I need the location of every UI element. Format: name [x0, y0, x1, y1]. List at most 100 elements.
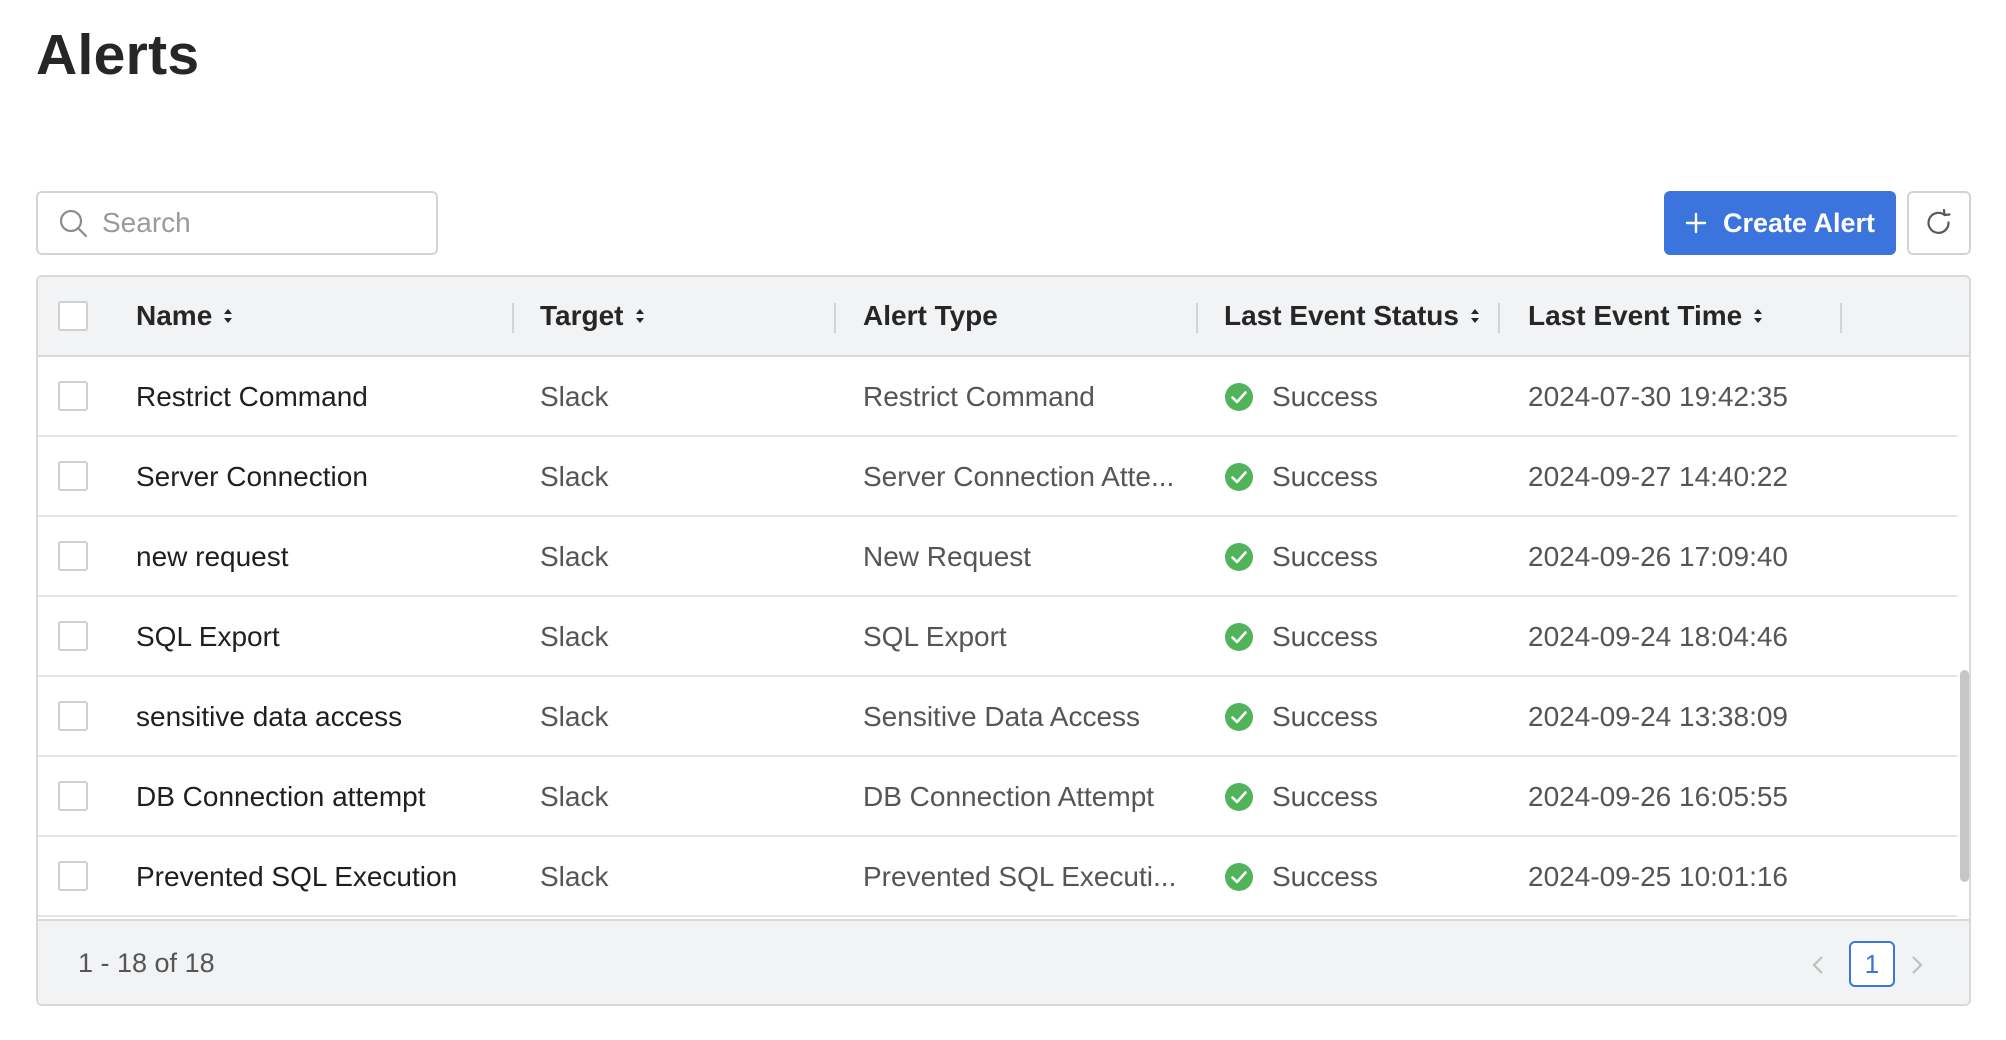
column-header-label: Name — [136, 300, 213, 331]
sort-icon[interactable] — [1752, 307, 1764, 325]
table-row[interactable]: Restrict Command Slack Restrict Command Suc… — [38, 357, 1957, 437]
cell-alert-type: Server Connection Atte... — [863, 461, 1175, 492]
table-row[interactable]: Prevented SQL Execution Slack Prevented SQ… — [38, 837, 1957, 917]
cell-alert-type: New Request — [863, 541, 1032, 572]
cell-name: new request — [136, 541, 289, 572]
cell-time: 2024-09-26 16:05:55 — [1528, 781, 1788, 812]
page-title: Alerts — [36, 23, 200, 87]
cell-name: Prevented SQL Execution — [136, 861, 458, 892]
column-header-alert-type[interactable]: Alert Type — [863, 277, 998, 355]
refresh-button[interactable] — [1907, 191, 1971, 255]
cell-target: Slack — [540, 621, 609, 652]
cell-target: Slack — [540, 541, 609, 572]
cell-name: sensitive data access — [136, 701, 403, 732]
plus-icon — [1685, 212, 1707, 234]
select-all-checkbox[interactable] — [58, 301, 88, 331]
status-text: Success — [1272, 861, 1378, 892]
cell-alert-type: SQL Export — [863, 621, 1007, 652]
success-check-icon — [1224, 782, 1254, 812]
row-checkbox[interactable] — [58, 701, 88, 731]
cell-alert-type: Prevented SQL Executi... — [863, 861, 1177, 892]
scrollbar[interactable] — [1957, 357, 1969, 919]
cell-target: Slack — [540, 381, 609, 412]
row-checkbox[interactable] — [58, 861, 88, 891]
sort-icon[interactable] — [1469, 307, 1481, 325]
sort-icon[interactable] — [634, 307, 646, 325]
table-header: Name Target Alert Type Last Event Status… — [38, 277, 1969, 357]
column-divider[interactable] — [512, 303, 514, 333]
success-check-icon — [1224, 542, 1254, 572]
success-check-icon — [1224, 862, 1254, 892]
column-header-name[interactable]: Name — [136, 277, 234, 355]
column-header-label: Target — [540, 300, 624, 331]
cell-alert-type: DB Connection Attempt — [863, 781, 1155, 812]
cell-alert-type: Sensitive Data Access — [863, 701, 1141, 732]
table-body: Restrict Command Slack Restrict Command Suc… — [38, 357, 1957, 919]
cell-time: 2024-09-25 10:01:16 — [1528, 861, 1788, 892]
column-header-time[interactable]: Last Event Time — [1528, 277, 1764, 355]
table-row[interactable]: new request Slack New Request Success 2024-0… — [38, 517, 1957, 597]
column-header-status[interactable]: Last Event Status — [1224, 277, 1481, 355]
status-text: Success — [1272, 701, 1378, 732]
cell-name: Restrict Command — [136, 381, 368, 412]
search-box[interactable] — [36, 191, 438, 255]
chevron-left-icon — [1812, 956, 1823, 974]
cell-status: Success — [1224, 597, 1378, 677]
cell-status: Success — [1224, 677, 1378, 757]
status-text: Success — [1272, 781, 1378, 812]
table-footer: 1 - 18 of 18 1 — [38, 919, 1969, 1004]
column-header-label: Last Event Status — [1224, 300, 1459, 331]
search-input[interactable] — [100, 206, 424, 240]
cell-time: 2024-09-24 18:04:46 — [1528, 621, 1788, 652]
table-row[interactable]: sensitive data access Slack Sensitive Data… — [38, 677, 1957, 757]
cell-target: Slack — [540, 701, 609, 732]
column-divider[interactable] — [834, 303, 836, 333]
column-divider[interactable] — [1196, 303, 1198, 333]
table-row[interactable]: Server Connection Slack Server Connection … — [38, 437, 1957, 517]
cell-alert-type: Restrict Command — [863, 381, 1095, 412]
scrollbar-thumb[interactable] — [1960, 670, 1969, 882]
chevron-right-icon — [1912, 956, 1923, 974]
row-checkbox[interactable] — [58, 381, 88, 411]
cell-name: SQL Export — [136, 621, 280, 652]
column-header-target[interactable]: Target — [540, 277, 646, 355]
status-text: Success — [1272, 621, 1378, 652]
row-checkbox[interactable] — [58, 621, 88, 651]
cell-status: Success — [1224, 437, 1378, 517]
row-checkbox[interactable] — [58, 541, 88, 571]
success-check-icon — [1224, 622, 1254, 652]
table-row[interactable]: DB Connection attempt Slack DB Connection … — [38, 757, 1957, 837]
pagination-range: 1 - 18 of 18 — [78, 948, 215, 978]
create-alert-label: Create Alert — [1722, 207, 1876, 238]
column-divider[interactable] — [1840, 303, 1842, 333]
success-check-icon — [1224, 462, 1254, 492]
page-button-current[interactable]: 1 — [1849, 941, 1895, 987]
success-check-icon — [1224, 382, 1254, 412]
cell-target: Slack — [540, 461, 609, 492]
cell-time: 2024-09-27 14:40:22 — [1528, 461, 1788, 492]
cell-status: Success — [1224, 837, 1378, 917]
status-text: Success — [1272, 381, 1378, 412]
cell-time: 2024-09-24 13:38:09 — [1528, 701, 1788, 732]
status-text: Success — [1272, 541, 1378, 572]
create-alert-button[interactable]: Create Alert — [1664, 191, 1896, 255]
column-header-label: Last Event Time — [1528, 300, 1743, 331]
prev-page-button[interactable] — [1803, 945, 1833, 985]
column-header-label: Alert Type — [863, 300, 998, 331]
next-page-button[interactable] — [1902, 945, 1932, 985]
cell-status: Success — [1224, 757, 1378, 837]
success-check-icon — [1224, 702, 1254, 732]
sort-icon[interactable] — [222, 307, 234, 325]
cell-target: Slack — [540, 781, 609, 812]
column-divider[interactable] — [1498, 303, 1500, 333]
table-row[interactable]: SQL Export Slack SQL Export Success 2024-09-… — [38, 597, 1957, 677]
cell-target: Slack — [540, 861, 609, 892]
row-checkbox[interactable] — [58, 461, 88, 491]
search-icon — [59, 209, 88, 238]
alerts-table: Name Target Alert Type Last Event Status… — [36, 275, 1971, 1006]
row-checkbox[interactable] — [58, 781, 88, 811]
cell-status: Success — [1224, 517, 1378, 597]
cell-name: DB Connection attempt — [136, 781, 426, 812]
refresh-icon — [1927, 208, 1951, 234]
cell-time: 2024-09-26 17:09:40 — [1528, 541, 1788, 572]
